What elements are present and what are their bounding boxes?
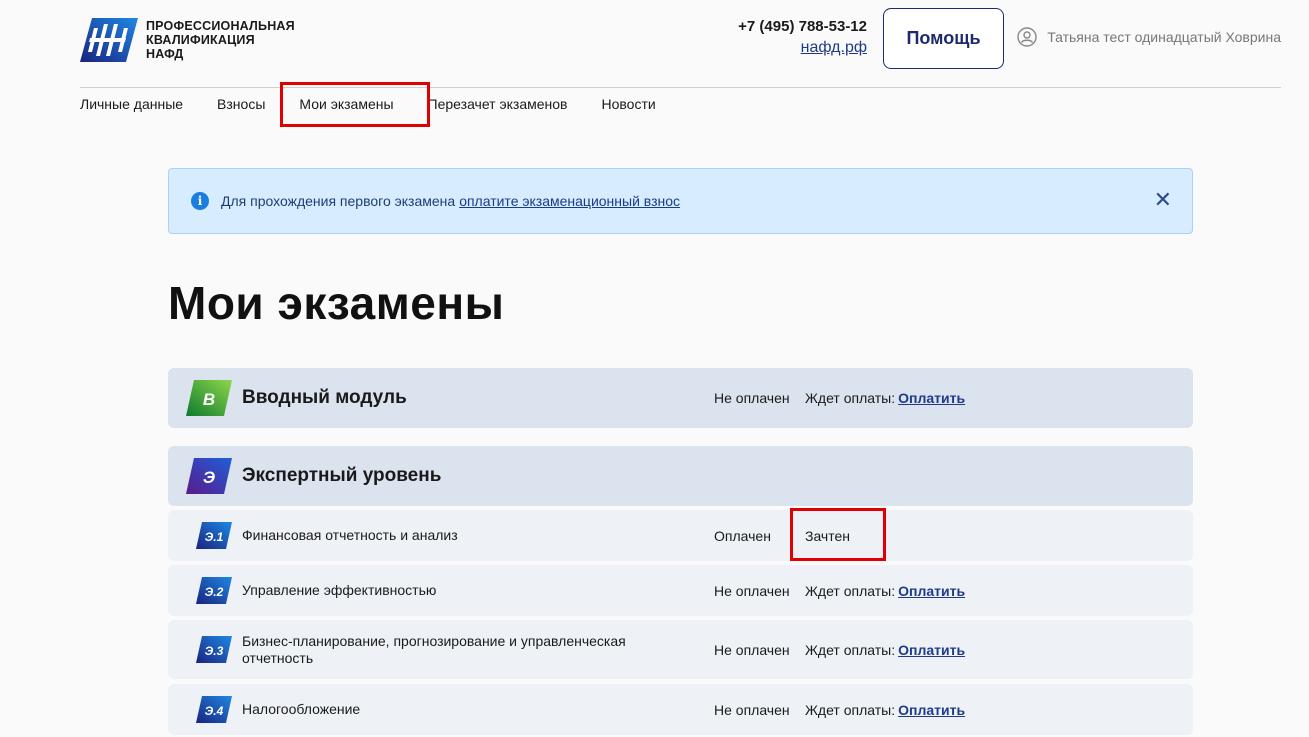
nafd-logo-icon bbox=[80, 18, 138, 62]
page: ПРОФЕССИОНАЛЬНАЯ КВАЛИФИКАЦИЯ НАФД +7 (4… bbox=[0, 0, 1309, 737]
badge-label: Э.3 bbox=[205, 644, 224, 658]
exam-badge-icon: Э.4 bbox=[196, 696, 232, 723]
result-text: Ждет оплаты: bbox=[805, 390, 896, 406]
help-button[interactable]: Помощь bbox=[883, 8, 1004, 69]
intro-module-badge-icon: В bbox=[186, 380, 232, 416]
badge-label: Э bbox=[203, 468, 215, 487]
highlight-passed bbox=[790, 508, 886, 561]
nav-item-fees[interactable]: Взносы bbox=[217, 96, 265, 112]
highlight-my-exams bbox=[280, 82, 430, 127]
exam-title[interactable]: Налогообложение bbox=[242, 701, 360, 718]
logo-text: ПРОФЕССИОНАЛЬНАЯ КВАЛИФИКАЦИЯ НАФД bbox=[146, 19, 295, 61]
pay-status: Не оплачен bbox=[714, 390, 790, 406]
header: ПРОФЕССИОНАЛЬНАЯ КВАЛИФИКАЦИЯ НАФД +7 (4… bbox=[80, 0, 1281, 88]
pay-link[interactable]: Оплатить bbox=[898, 642, 965, 658]
site-link[interactable]: нафд.рф bbox=[738, 39, 867, 57]
pay-link[interactable]: Оплатить bbox=[898, 583, 965, 599]
nav-item-personal[interactable]: Личные данные bbox=[80, 96, 183, 112]
contacts: +7 (495) 788-53-12 нафд.рф bbox=[738, 18, 867, 57]
exam-title[interactable]: Финансовая отчетность и анализ bbox=[242, 527, 458, 544]
result-text: Ждет оплаты: bbox=[805, 701, 896, 718]
exam-badge-icon: Э.2 bbox=[196, 577, 232, 604]
exam-result: Ждет оплаты: Оплатить bbox=[805, 390, 965, 406]
pay-fee-link[interactable]: оплатите экзаменационный взнос bbox=[459, 193, 680, 209]
badge-label: Э.4 bbox=[205, 704, 224, 718]
pay-link[interactable]: Оплатить bbox=[898, 390, 965, 406]
result-text: Ждет оплаты: bbox=[805, 641, 896, 658]
exam-row-e4: Э.4 Налогообложение Не оплачен Ждет опла… bbox=[168, 684, 1193, 735]
badge-label: В bbox=[203, 390, 215, 409]
pay-status: Оплачен bbox=[714, 527, 771, 544]
exam-section-expert: Э Экспертный уровень bbox=[168, 446, 1193, 506]
logo-line: КВАЛИФИКАЦИЯ bbox=[146, 33, 255, 47]
exam-title-line: отчетность bbox=[242, 649, 314, 666]
badge-label: Э.1 bbox=[205, 530, 224, 544]
exam-title[interactable]: Бизнес-планирование, прогнозирование и у… bbox=[242, 633, 626, 667]
exam-title[interactable]: Управление эффективностью bbox=[242, 582, 436, 599]
phone-number[interactable]: +7 (495) 788-53-12 bbox=[738, 18, 867, 35]
user-name: Татьяна тест одинадцатый Ховрина bbox=[1047, 29, 1281, 45]
exam-badge-icon: Э.3 bbox=[196, 636, 232, 663]
exam-title-line: Бизнес-планирование, прогнозирование и у… bbox=[242, 632, 626, 649]
logo-line: НАФД bbox=[146, 47, 184, 61]
exam-result: Ждет оплаты: Оплатить bbox=[805, 583, 965, 599]
badge-label: Э.2 bbox=[205, 585, 224, 599]
info-banner: i Для прохождения первого экзамена оплат… bbox=[168, 168, 1193, 234]
page-title: Мои экзамены bbox=[168, 277, 505, 329]
exam-row-intro: В Вводный модуль Не оплачен Ждет оплаты:… bbox=[168, 368, 1193, 428]
exam-row-e3: Э.3 Бизнес-планирование, прогнозирование… bbox=[168, 620, 1193, 679]
exam-title: Вводный модуль bbox=[242, 387, 407, 408]
close-icon[interactable]: ✕ bbox=[1154, 189, 1172, 211]
logo[interactable]: ПРОФЕССИОНАЛЬНАЯ КВАЛИФИКАЦИЯ НАФД bbox=[80, 16, 295, 64]
pay-status: Не оплачен bbox=[714, 582, 790, 599]
pay-link[interactable]: Оплатить bbox=[898, 702, 965, 718]
result-text: Ждет оплаты: bbox=[805, 582, 896, 599]
exam-row-e1: Э.1 Финансовая отчетность и анализ Оплач… bbox=[168, 510, 1193, 561]
expert-level-badge-icon: Э bbox=[186, 458, 232, 494]
pay-status: Не оплачен bbox=[714, 641, 790, 658]
nav-item-news[interactable]: Новости bbox=[601, 96, 655, 112]
exam-result: Ждет оплаты: Оплатить bbox=[805, 642, 965, 658]
exam-row-e2: Э.2 Управление эффективностью Не оплачен… bbox=[168, 565, 1193, 616]
user-icon bbox=[1017, 27, 1037, 47]
logo-line: ПРОФЕССИОНАЛЬНАЯ bbox=[146, 19, 295, 33]
nav-item-exam-recredit[interactable]: Перезачет экзаменов bbox=[428, 96, 568, 112]
pay-status: Не оплачен bbox=[714, 701, 790, 718]
user-profile[interactable]: Татьяна тест одинадцатый Ховрина bbox=[1017, 27, 1281, 47]
exam-result: Ждет оплаты: Оплатить bbox=[805, 702, 965, 718]
banner-text: Для прохождения первого экзамена bbox=[221, 193, 456, 209]
info-icon: i bbox=[191, 192, 209, 210]
exam-badge-icon: Э.1 bbox=[196, 522, 232, 549]
exam-title: Экспертный уровень bbox=[242, 465, 442, 486]
